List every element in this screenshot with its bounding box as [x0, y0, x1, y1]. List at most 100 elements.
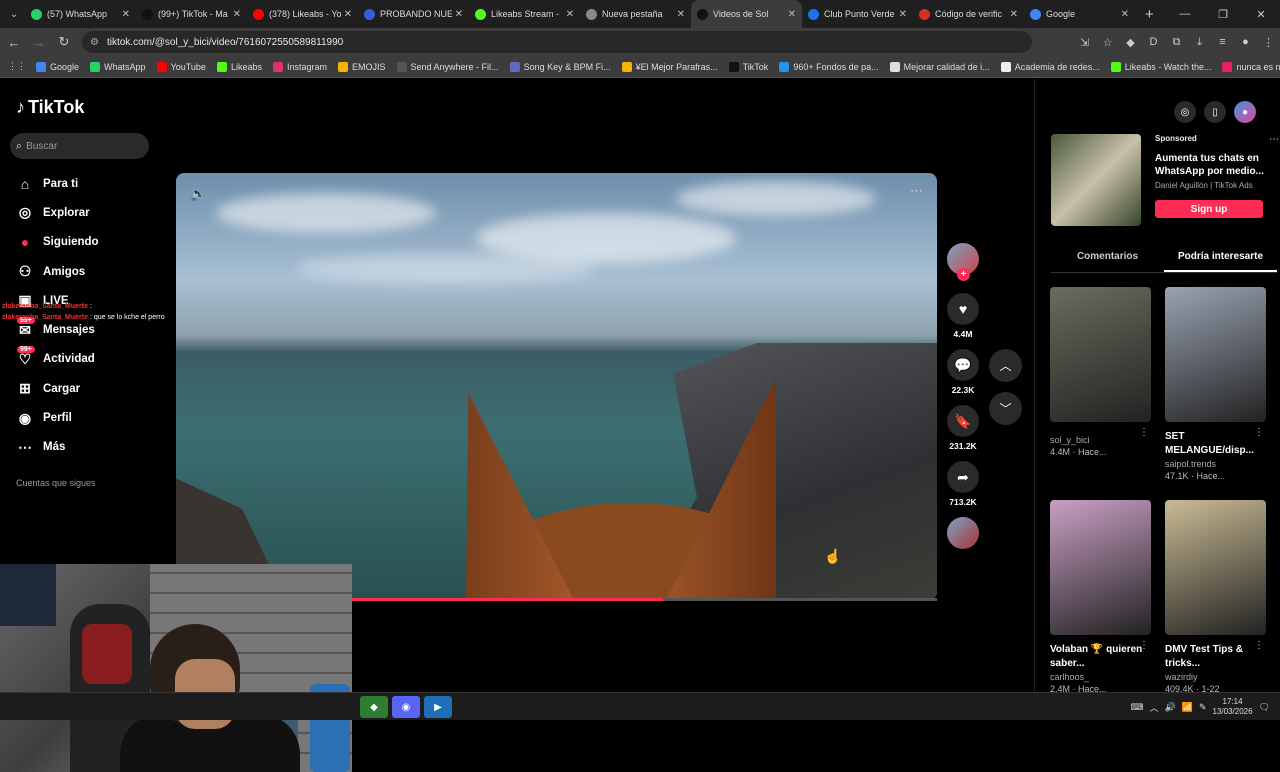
card-more-icon[interactable]: ⋮	[1139, 640, 1149, 651]
tab-close-icon[interactable]: ✕	[899, 9, 907, 20]
next-video-button[interactable]: ﹀	[989, 392, 1022, 425]
bookmark-item[interactable]: 960+ Fondos de pa...	[779, 61, 879, 72]
clock[interactable]: 17:14 13/03/2026	[1213, 697, 1253, 717]
browser-menu-icon[interactable]: ⋮	[1257, 36, 1280, 49]
recommended-video-card[interactable]: ⋮ DMV Test Tips & tricks... wazirdiy 409.4K…	[1165, 500, 1266, 694]
ad-author[interactable]: Daniel Aguillón | TikTok Ads	[1155, 181, 1267, 190]
new-tab-button[interactable]: +	[1145, 6, 1154, 23]
video-thumbnail[interactable]	[1165, 500, 1266, 635]
video-thumbnail[interactable]	[1050, 500, 1151, 635]
bookmark-icon[interactable]: 🔖	[947, 405, 979, 437]
restore-icon[interactable]: ❐	[1204, 0, 1242, 28]
browser-tab[interactable]: PROBANDO NUE ✕	[358, 0, 469, 28]
card-author[interactable]: sol_y_bici	[1050, 435, 1151, 445]
bookmark-item[interactable]: Likeabs	[216, 61, 262, 72]
tab-close-icon[interactable]: ✕	[122, 9, 130, 20]
tray-chevron-icon[interactable]: ︿	[1150, 701, 1159, 714]
sidebar-item-explorar[interactable]: ◎ Explorar	[14, 198, 99, 227]
card-more-icon[interactable]: ⋮	[1254, 427, 1264, 438]
video-thumbnail[interactable]	[1050, 287, 1151, 422]
browser-tab[interactable]: Club Punto Verde ✕	[802, 0, 913, 28]
keyboard-icon[interactable]: ⌨	[1131, 702, 1144, 713]
minimize-icon[interactable]: —	[1166, 0, 1204, 28]
previous-video-button[interactable]: ︿	[989, 349, 1022, 382]
browser-tab[interactable]: Código de verific ✕	[913, 0, 1024, 28]
card-more-icon[interactable]: ⋮	[1254, 640, 1264, 651]
video-more-icon[interactable]: ⋯	[910, 183, 923, 199]
reload-icon[interactable]: ↻	[53, 34, 75, 50]
forward-icon[interactable]: →	[28, 35, 50, 50]
bookmark-item[interactable]: Mejorar calidad de i...	[889, 61, 990, 72]
bookmark-item[interactable]: Send Anywhere - Fil...	[396, 61, 499, 72]
tab-close-icon[interactable]: ✕	[788, 9, 796, 20]
bookmark-item[interactable]: WhatsApp	[90, 61, 146, 72]
comment-icon[interactable]: 💬	[947, 349, 979, 381]
pen-icon[interactable]: ✎	[1199, 702, 1207, 713]
browser-tab[interactable]: (99+) TikTok - Ma ✕	[136, 0, 247, 28]
close-window-icon[interactable]: ✕	[1242, 0, 1280, 28]
tab-close-icon[interactable]: ✕	[677, 9, 685, 20]
back-icon[interactable]: ←	[3, 35, 25, 50]
browser-tab[interactable]: Likeabs Stream - ✕	[469, 0, 580, 28]
tab-recommended[interactable]: Podría interesarte	[1164, 247, 1277, 272]
tab-close-icon[interactable]: ✕	[1010, 9, 1018, 20]
sidebar-item-amigos[interactable]: ⚇ Amigos	[14, 257, 99, 286]
sidebar-item-más[interactable]: ⋯ Más	[14, 433, 99, 462]
install-icon[interactable]: ⇲	[1073, 36, 1096, 49]
url-field[interactable]: ⚙ tiktok.com/@sol_y_bici/video/761607255…	[82, 31, 1032, 53]
follow-plus-icon[interactable]: +	[957, 268, 970, 281]
taskbar-obs-icon[interactable]: ▶	[424, 696, 452, 718]
sidebar-item-perfil[interactable]: ◉ Perfil	[14, 403, 99, 432]
volume-icon[interactable]: 🔈	[190, 186, 206, 202]
card-caption[interactable]: DMV Test Tips & tricks...	[1165, 643, 1266, 671]
card-more-icon[interactable]: ⋮	[1139, 427, 1149, 438]
device-icon[interactable]: ▯	[1204, 101, 1226, 123]
bookmark-item[interactable]: YouTube	[156, 61, 206, 72]
heart-icon[interactable]: ♥	[947, 293, 979, 325]
sidebar-item-para-ti[interactable]: ⌂ Para ti	[14, 169, 99, 198]
video-thumbnail[interactable]	[1165, 287, 1266, 422]
recommended-video-card[interactable]: ⋮ SET MELANGUE/disp... saipol.trends 47.1K …	[1165, 287, 1266, 481]
bookmark-item[interactable]: EMOJIS	[338, 61, 386, 72]
bookmark-item[interactable]: TikTok	[728, 61, 768, 72]
puzzle-icon[interactable]: ⧉	[1165, 36, 1188, 49]
browser-tab[interactable]: (378) Likeabs - Yo ✕	[247, 0, 358, 28]
card-author[interactable]: carlhoos_	[1050, 672, 1151, 682]
bookmark-item[interactable]: Instagram	[272, 61, 327, 72]
notifications-icon[interactable]: 🗨	[1259, 702, 1270, 713]
volume-tray-icon[interactable]: 🔊	[1165, 702, 1176, 713]
bookmark-item[interactable]: ¥El Mejor Parafras...	[621, 61, 718, 72]
sign-up-button[interactable]: Sign up	[1155, 200, 1263, 218]
card-author[interactable]: wazirdiy	[1165, 672, 1266, 682]
browser-tab[interactable]: Videos de Sol ✕	[691, 0, 802, 28]
extension-d-icon[interactable]: D	[1142, 36, 1165, 48]
browser-tab[interactable]: Google ✕	[1024, 0, 1135, 28]
tab-close-icon[interactable]: ✕	[344, 9, 352, 20]
ad-more-icon[interactable]: ⋯	[1269, 134, 1279, 145]
tab-comments[interactable]: Comentarios	[1051, 247, 1164, 272]
tab-close-icon[interactable]: ✕	[233, 9, 241, 20]
bookmark-item[interactable]: Song Key & BPM Fi...	[509, 61, 611, 72]
star-icon[interactable]: ☆	[1096, 36, 1119, 49]
tab-search-icon[interactable]: ⌄	[3, 3, 25, 25]
share-icon[interactable]: ➦	[947, 461, 979, 493]
video-player[interactable]: 🔈 ⋯	[176, 173, 937, 600]
browser-tab[interactable]: Nueva pestaña ✕	[580, 0, 691, 28]
bookmark-item[interactable]: Likeabs - Watch the...	[1110, 61, 1211, 72]
creator-avatar[interactable]: +	[947, 243, 979, 281]
recommended-video-card[interactable]: ⋮ sol_y_bici 4.4M · Hace...	[1050, 287, 1151, 457]
bookmark-item[interactable]: nunca es nunca :/	[1222, 61, 1280, 72]
apps-grid-icon[interactable]: ⋮⋮	[8, 61, 26, 72]
ad-thumbnail[interactable]	[1051, 134, 1141, 226]
card-author[interactable]: saipol.trends	[1165, 459, 1266, 469]
tiktok-logo[interactable]: ♪ TikTok	[16, 97, 84, 118]
coin-icon[interactable]: ◎	[1174, 101, 1196, 123]
media-icon[interactable]: ≡	[1211, 36, 1234, 48]
extension-icon[interactable]: ◆	[1119, 36, 1142, 49]
ad-title[interactable]: Aumenta tus chats en WhatsApp por medio.…	[1155, 152, 1267, 178]
tab-close-icon[interactable]: ✕	[1121, 9, 1129, 20]
sidebar-item-cargar[interactable]: ⊞ Cargar	[14, 374, 99, 403]
taskbar-discord-icon[interactable]: ◉	[392, 696, 420, 718]
sidebar-item-siguiendo[interactable]: ● Siguiendo	[14, 228, 99, 257]
tab-close-icon[interactable]: ✕	[566, 9, 574, 20]
